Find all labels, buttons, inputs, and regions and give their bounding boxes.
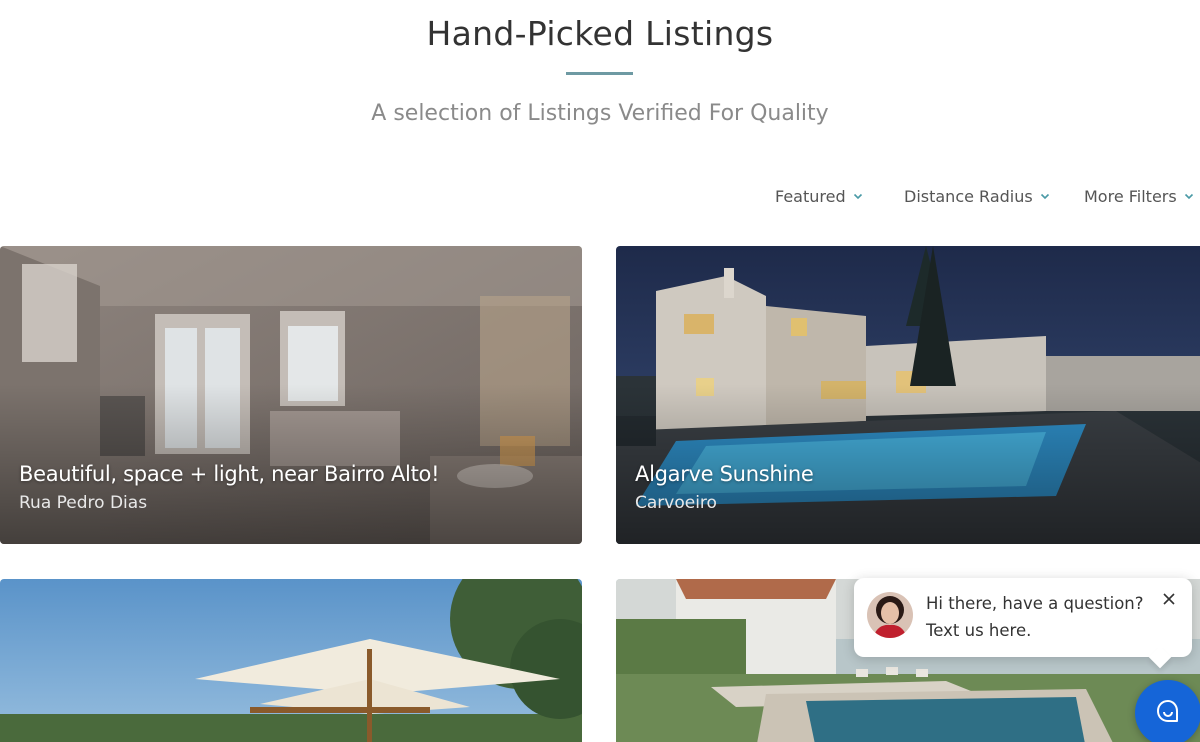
listing-location: Rua Pedro Dias: [19, 493, 148, 513]
listing-card[interactable]: Algarve Sunshine Carvoeiro: [616, 246, 1200, 544]
close-icon[interactable]: [1162, 592, 1176, 606]
listing-card[interactable]: Beautiful, space + light, near Bairro Al…: [0, 246, 582, 544]
title-divider: [566, 72, 633, 75]
chat-prompt-bubble[interactable]: Hi there, have a question? Text us here.: [854, 578, 1192, 669]
listing-title: Algarve Sunshine: [635, 462, 814, 486]
distance-radius-filter-dropdown[interactable]: Distance Radius: [904, 187, 1050, 206]
page-subtitle: A selection of Listings Verified For Qua…: [371, 101, 829, 126]
chat-greeting: Hi there, have a question?: [926, 594, 1144, 613]
more-filters-dropdown[interactable]: More Filters: [1084, 187, 1194, 206]
chevron-down-icon: [1040, 193, 1049, 199]
more-filters-label: More Filters: [1084, 187, 1177, 206]
listing-location: Carvoeiro: [635, 493, 717, 513]
page-title: Hand-Picked Listings: [426, 14, 774, 53]
featured-filter-label: Featured: [775, 187, 846, 206]
distance-filter-label: Distance Radius: [904, 187, 1033, 206]
chat-launcher-button[interactable]: [1135, 680, 1200, 742]
chat-prompt-text: Text us here.: [926, 621, 1032, 640]
chevron-down-icon: [1184, 193, 1193, 199]
agent-avatar: [867, 592, 913, 638]
featured-filter-dropdown[interactable]: Featured: [775, 187, 863, 206]
listing-card[interactable]: [0, 579, 582, 742]
listing-title: Beautiful, space + light, near Bairro Al…: [19, 462, 440, 486]
listing-photo: [0, 579, 582, 742]
chat-icon: [1157, 700, 1178, 722]
chevron-down-icon: [853, 193, 862, 199]
